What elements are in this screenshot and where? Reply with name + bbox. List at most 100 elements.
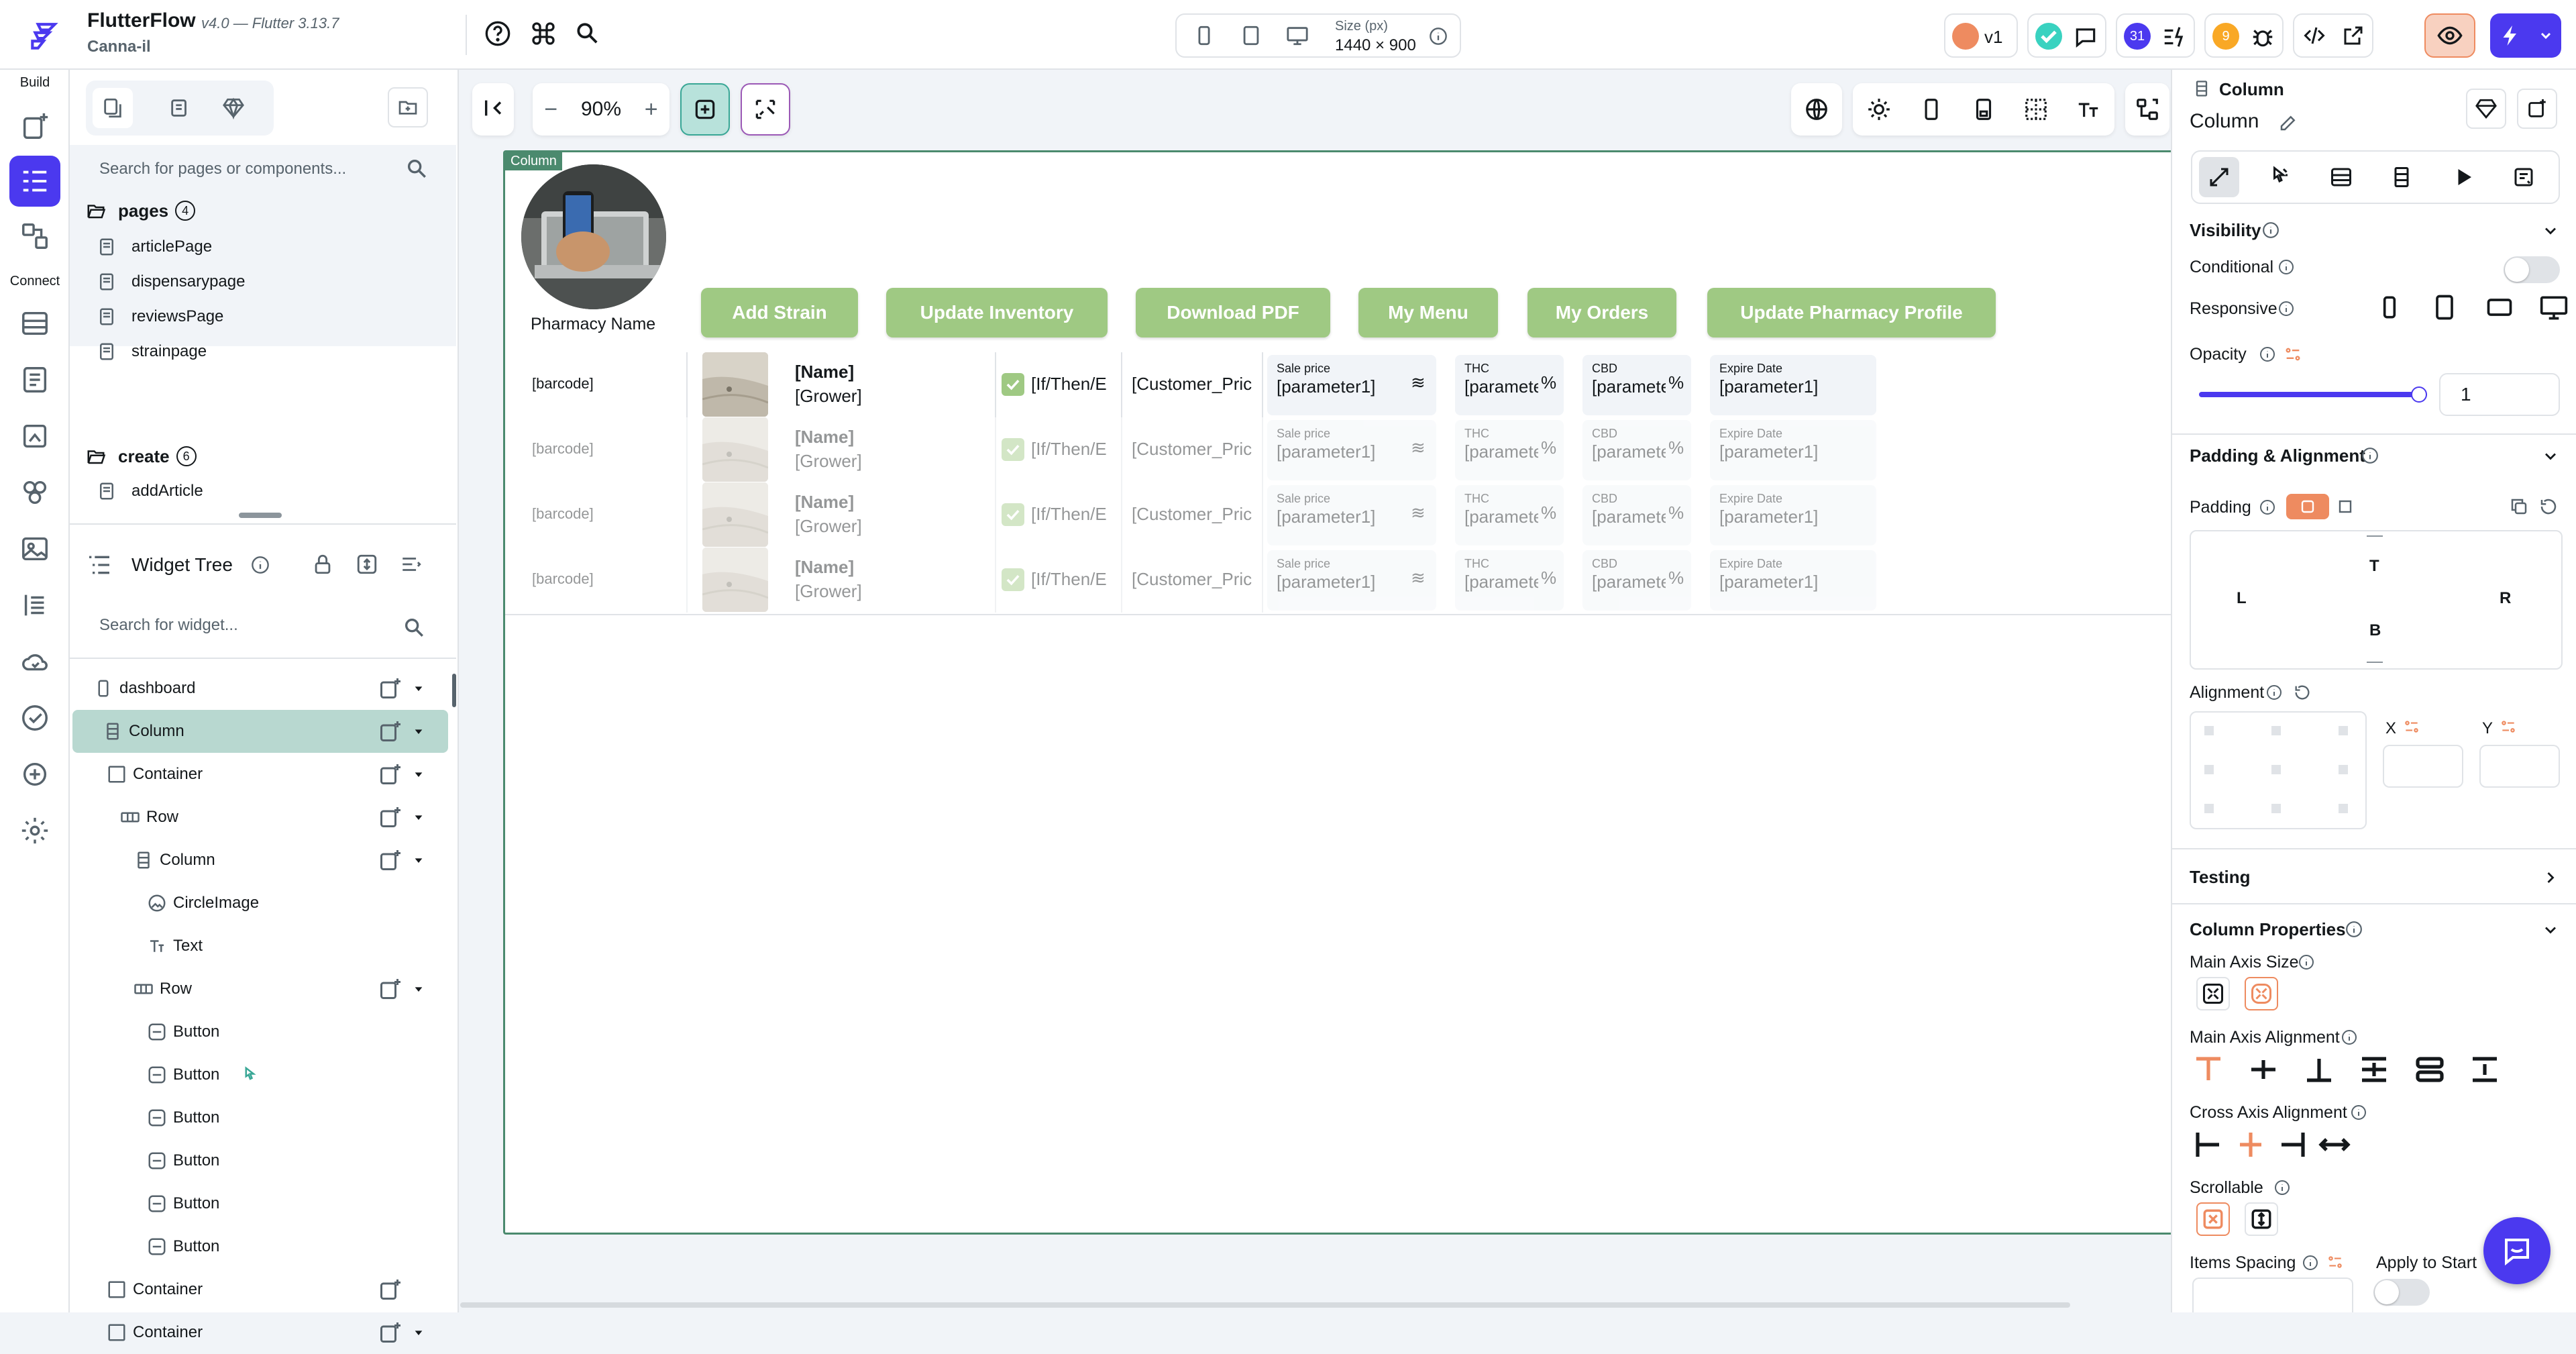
page-item[interactable]: addArticle xyxy=(97,474,203,509)
theme-icon[interactable] xyxy=(9,467,60,518)
strain-thumbnail[interactable] xyxy=(702,417,768,482)
sale-price-field[interactable]: Sale price [parameter1] ≋ xyxy=(1267,550,1436,611)
expire-date-field[interactable]: Expire Date [parameter1] xyxy=(1710,485,1876,545)
chevron-down-icon[interactable] xyxy=(413,726,424,737)
phone-device-icon[interactable] xyxy=(1193,24,1216,47)
chevron-down-icon[interactable] xyxy=(413,812,424,823)
reset-icon[interactable] xyxy=(2538,497,2559,517)
size-value[interactable]: 1440 × 900 xyxy=(1335,36,1416,55)
cbd-field[interactable]: CBD [paramete% xyxy=(1582,355,1691,415)
command-icon[interactable] xyxy=(530,20,557,47)
download-pdf-button[interactable]: Download PDF xyxy=(1136,288,1330,337)
tree-node[interactable]: Container xyxy=(72,753,448,796)
issues-chip[interactable]: 31 xyxy=(2116,13,2195,58)
search-widget-input[interactable]: Search for widget... xyxy=(99,616,238,635)
sale-price-field[interactable]: Sale price [parameter1] ≋ xyxy=(1267,420,1436,480)
cbd-field[interactable]: CBD [paramete% xyxy=(1582,485,1691,545)
external-link-icon[interactable] xyxy=(2333,15,2373,56)
zoom-level[interactable]: 90% xyxy=(581,98,621,121)
align-center-icon[interactable] xyxy=(2247,1053,2279,1086)
testing-section[interactable]: Testing xyxy=(2190,867,2251,888)
phone-visible-icon[interactable] xyxy=(2375,293,2404,322)
expire-date-field[interactable]: Expire Date [parameter1] xyxy=(1710,355,1876,415)
padding-left[interactable]: L xyxy=(2237,589,2247,608)
padding-bottom[interactable]: B xyxy=(2369,621,2381,640)
animations-tab-icon[interactable] xyxy=(2443,157,2483,197)
new-folder-icon[interactable] xyxy=(388,87,428,127)
media-icon[interactable] xyxy=(9,411,60,462)
tree-view-button[interactable] xyxy=(2125,83,2169,136)
ai-gen-button[interactable] xyxy=(741,83,790,136)
variable-icon[interactable] xyxy=(2403,718,2420,735)
properties-tab-icon[interactable] xyxy=(2199,157,2239,197)
gem-icon[interactable] xyxy=(2466,89,2506,129)
tree-node[interactable]: CircleImage xyxy=(72,882,448,925)
collapse-panel-button[interactable] xyxy=(472,83,514,136)
tree-node[interactable]: Column xyxy=(72,839,448,882)
add-to-component-icon[interactable] xyxy=(2517,89,2557,129)
cross-stretch-icon[interactable] xyxy=(2318,1129,2351,1161)
device-frame[interactable]: Column Pharmacy Name Add Strain Update I… xyxy=(503,150,2174,1235)
agents-icon[interactable] xyxy=(9,749,60,800)
search-icon[interactable] xyxy=(402,616,425,639)
alignment-dot[interactable] xyxy=(2339,765,2348,774)
tree-node[interactable]: Button xyxy=(72,1182,448,1225)
pages-tab-icon[interactable] xyxy=(93,88,133,128)
conditional-toggle[interactable] xyxy=(2504,256,2560,283)
alignment-grid[interactable] xyxy=(2190,711,2367,829)
page-item[interactable]: articlePage xyxy=(97,229,212,264)
chevron-down-icon[interactable] xyxy=(413,769,424,780)
alignment-dot[interactable] xyxy=(2204,726,2214,735)
chevron-right-icon[interactable] xyxy=(2541,868,2560,887)
items-spacing-input[interactable] xyxy=(2192,1278,2353,1312)
pages-folder[interactable]: pages 4 xyxy=(85,197,196,224)
copy-icon[interactable] xyxy=(2509,497,2529,517)
space-between-icon[interactable] xyxy=(2358,1053,2390,1086)
space-around-icon[interactable] xyxy=(2414,1053,2446,1086)
alignment-dot[interactable] xyxy=(2271,726,2281,735)
zoom-in-icon[interactable]: + xyxy=(645,97,658,123)
inventory-row[interactable]: [barcode] [Name] [Grower] [If/Then/E [Custom… xyxy=(505,417,2171,482)
actions-tab-icon[interactable] xyxy=(2259,157,2300,197)
wrap-widget-icon[interactable] xyxy=(378,848,402,872)
create-folder[interactable]: create 6 xyxy=(85,443,197,470)
text-scale-icon[interactable] xyxy=(2076,97,2101,122)
cross-end-icon[interactable] xyxy=(2276,1129,2308,1161)
padding-right[interactable]: R xyxy=(2500,589,2511,608)
checkbox[interactable] xyxy=(1002,568,1024,591)
tree-node[interactable]: Container xyxy=(72,1268,448,1311)
branch-chip[interactable]: v1 xyxy=(1944,13,2018,58)
tree-scrollbar[interactable] xyxy=(452,674,456,707)
alignment-dot[interactable] xyxy=(2204,765,2214,774)
tree-node[interactable]: Container xyxy=(72,1311,448,1354)
alignment-dot[interactable] xyxy=(2204,804,2214,813)
expire-date-field[interactable]: Expire Date [parameter1] xyxy=(1710,550,1876,611)
wrap-widget-icon[interactable] xyxy=(378,762,402,786)
add-page-icon[interactable] xyxy=(9,101,60,152)
scrollable-icon[interactable] xyxy=(2245,1202,2278,1236)
phone-icon[interactable] xyxy=(1919,97,1944,122)
select-mode-button[interactable] xyxy=(680,83,730,136)
strain-thumbnail[interactable] xyxy=(702,352,768,417)
canvas-hscroll-thumb[interactable] xyxy=(460,1302,2070,1308)
tree-node[interactable]: Button xyxy=(72,1225,448,1268)
page-item[interactable]: dispensarypage xyxy=(97,264,245,299)
tablet-visible-icon[interactable] xyxy=(2430,293,2459,322)
chevron-down-icon[interactable] xyxy=(413,855,424,866)
backend-query-tab-icon[interactable] xyxy=(2321,157,2361,197)
thc-field[interactable]: THC [paramete% xyxy=(1455,355,1564,415)
expand-collapse-icon[interactable] xyxy=(356,553,378,576)
update-inventory-button[interactable]: Update Inventory xyxy=(886,288,1108,337)
padding-top[interactable]: T xyxy=(2369,557,2379,576)
padding-individual-button[interactable] xyxy=(2332,494,2359,519)
thc-field[interactable]: THC [paramete% xyxy=(1455,420,1564,480)
tree-node[interactable]: Row xyxy=(72,796,448,839)
zoom-out-icon[interactable]: − xyxy=(544,97,557,123)
pharmacy-circle-image[interactable] xyxy=(521,164,666,309)
cbd-field[interactable]: CBD [paramete% xyxy=(1582,420,1691,480)
wrap-widget-icon[interactable] xyxy=(378,1278,402,1302)
chevron-down-icon[interactable] xyxy=(413,1327,424,1338)
desktop-visible-icon[interactable] xyxy=(2538,293,2569,322)
cross-start-icon[interactable] xyxy=(2192,1129,2224,1161)
language-button[interactable] xyxy=(1791,83,1842,136)
